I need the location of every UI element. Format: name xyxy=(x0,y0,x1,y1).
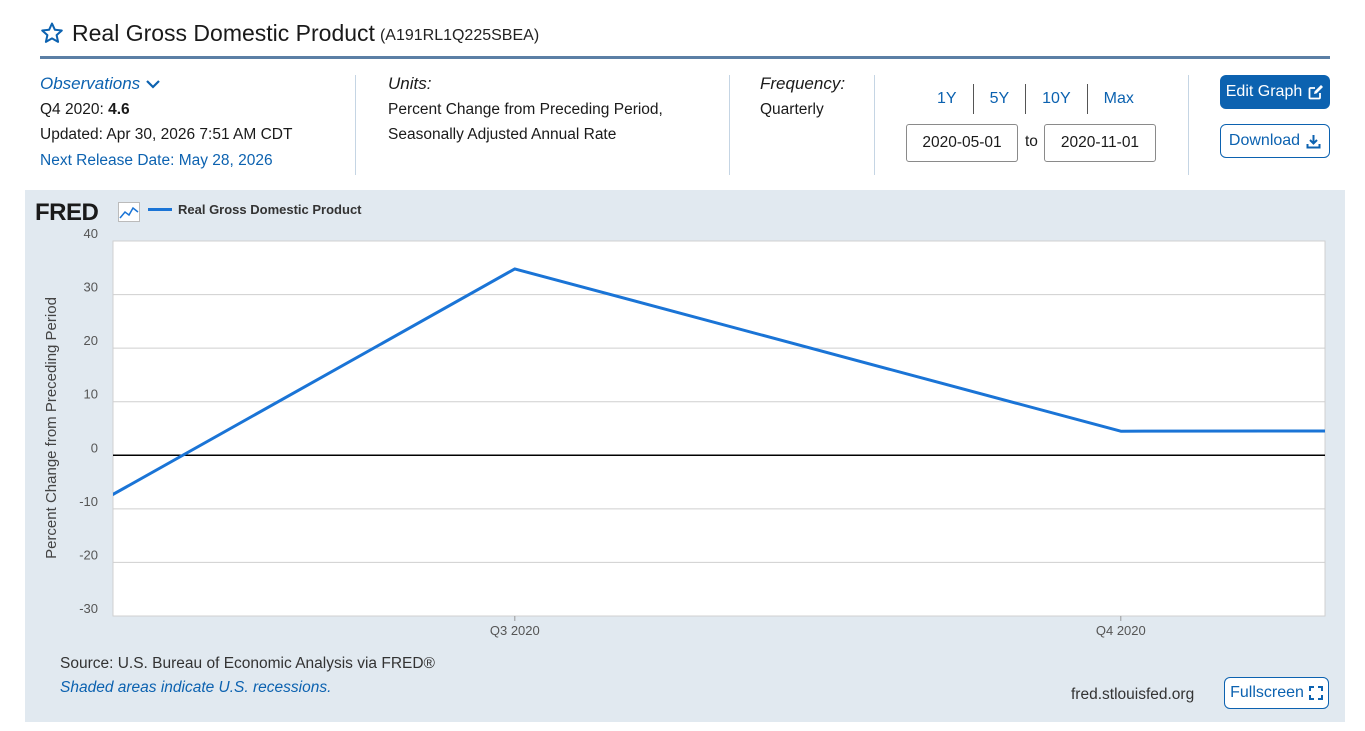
y-tick-label: -10 xyxy=(79,494,98,509)
source-text: Source: U.S. Bureau of Economic Analysis… xyxy=(60,655,435,672)
y-axis-label: Percent Change from Preceding Period xyxy=(43,297,60,559)
y-tick-label: -20 xyxy=(79,547,98,562)
x-tick-label: Q4 2020 xyxy=(1096,623,1146,638)
line-chart: 40 30 20 10 0 -10 -20 -30 Q3 2020 Q4 2020 Percen… xyxy=(43,226,1326,638)
plot-area xyxy=(112,240,1326,617)
fullscreen-icon xyxy=(1308,686,1323,700)
y-tick-label: -30 xyxy=(79,601,98,616)
recession-note: Shaded areas indicate U.S. recessions. xyxy=(60,679,332,696)
fred-url: fred.stlouisfed.org xyxy=(1071,686,1195,703)
y-tick-label: 20 xyxy=(84,333,98,348)
fullscreen-button[interactable]: Fullscreen xyxy=(1224,677,1329,709)
y-tick-label: 40 xyxy=(84,226,98,241)
fullscreen-label: Fullscreen xyxy=(1230,684,1304,701)
y-tick-label: 10 xyxy=(84,387,98,402)
x-tick-label: Q3 2020 xyxy=(490,623,540,638)
y-tick-label: 30 xyxy=(84,280,98,295)
y-tick-label: 0 xyxy=(91,440,98,455)
